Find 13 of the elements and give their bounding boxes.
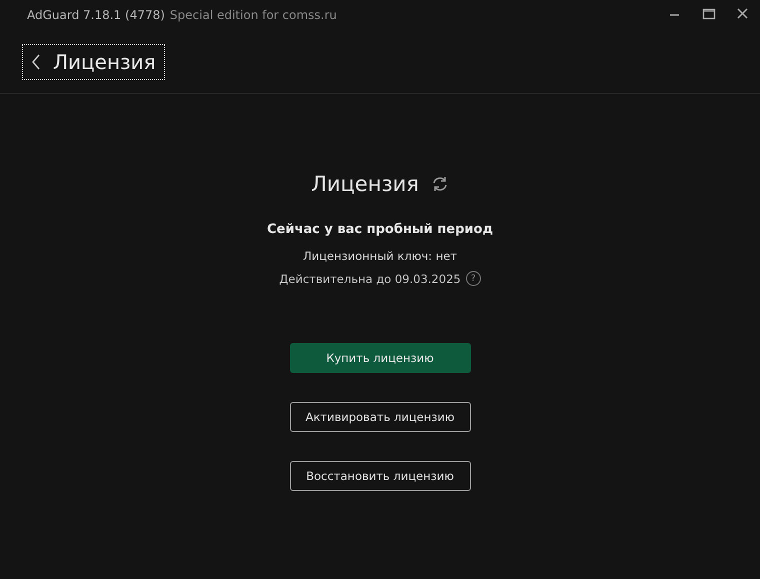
page-heading: Лицензия <box>311 172 419 196</box>
license-status: Сейчас у вас пробный период <box>267 222 493 237</box>
window-title: AdGuard 7.18.1 (4778) <box>27 8 165 22</box>
window-subtitle: Special edition for comss.ru <box>170 8 337 22</box>
refresh-icon[interactable] <box>430 175 449 193</box>
buy-button[interactable]: Купить лицензию <box>290 343 470 373</box>
license-button[interactable]: Активировать лицензию <box>290 402 470 432</box>
license-button[interactable]: Восстановить лицензию <box>290 461 470 491</box>
valid-until: Действительна до 09.03.2025 <box>279 272 461 286</box>
license-key: Лицензионный ключ: нет <box>302 249 457 263</box>
back-icon <box>31 54 41 70</box>
back-button[interactable]: Лицензия <box>22 44 165 80</box>
help-button[interactable]: ? <box>466 271 481 286</box>
